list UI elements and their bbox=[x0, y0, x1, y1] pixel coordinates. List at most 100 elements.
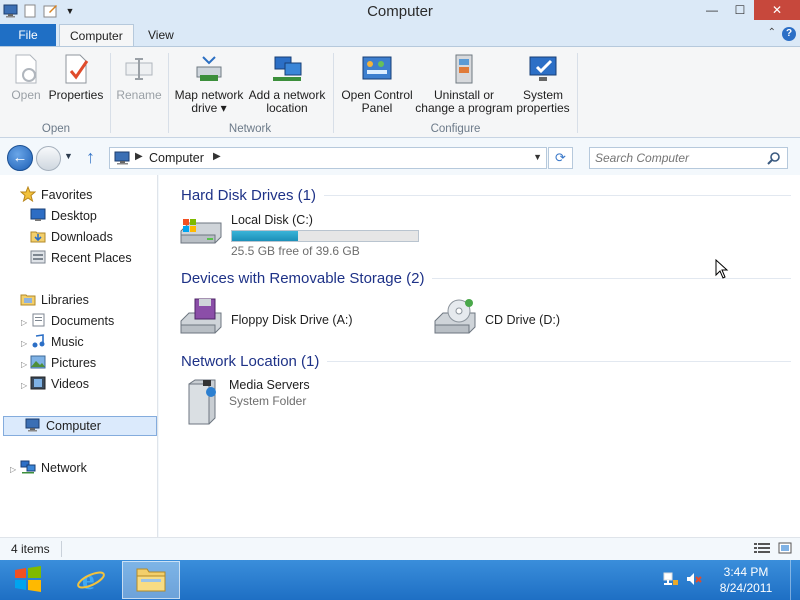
local-disk-label: Local Disk (C:) bbox=[231, 213, 313, 227]
clock[interactable]: 3:44 PM 8/24/2011 bbox=[708, 564, 784, 596]
group-removable-storage[interactable]: Devices with Removable Storage (2) bbox=[181, 268, 791, 288]
computer-icon bbox=[114, 151, 132, 168]
rename-button[interactable]: Rename bbox=[116, 53, 162, 102]
volume-muted-icon[interactable] bbox=[686, 571, 702, 590]
recent-locations-dropdown-icon[interactable]: ▼ bbox=[64, 151, 73, 161]
libraries-icon bbox=[20, 292, 36, 309]
breadcrumb-computer[interactable]: Computer bbox=[149, 151, 204, 165]
properties-button[interactable]: Properties bbox=[48, 53, 104, 102]
status-bar: 4 items bbox=[0, 537, 800, 560]
open-button[interactable]: Open bbox=[8, 53, 44, 102]
tab-computer[interactable]: Computer bbox=[59, 24, 134, 47]
disk-usage-bar bbox=[231, 230, 419, 242]
nav-documents[interactable]: Documents bbox=[30, 311, 114, 331]
group-network-location[interactable]: Network Location (1) bbox=[181, 351, 791, 371]
open-icon bbox=[10, 53, 42, 85]
item-count: 4 items bbox=[11, 542, 50, 556]
clock-time: 3:44 PM bbox=[723, 565, 769, 579]
music-icon bbox=[30, 333, 46, 351]
recent-places-icon bbox=[30, 250, 46, 267]
expand-videos-icon[interactable]: ▷ bbox=[21, 381, 27, 390]
expand-documents-icon[interactable]: ▷ bbox=[21, 318, 27, 327]
system-properties-icon bbox=[527, 53, 559, 85]
nav-recent-places[interactable]: Recent Places bbox=[30, 248, 132, 268]
rename-icon bbox=[123, 53, 155, 85]
windows-logo-icon bbox=[14, 565, 42, 595]
hard-disk-icon bbox=[177, 213, 225, 252]
back-button[interactable]: ← bbox=[7, 145, 33, 171]
navigation-bar: ← ▼ ↑ ▶ Computer ▶ ▼ ⟳ bbox=[0, 141, 800, 175]
media-servers[interactable]: Media Servers System Folder bbox=[181, 378, 310, 429]
nav-computer[interactable]: Computer bbox=[3, 416, 157, 436]
ribbon-separator bbox=[577, 53, 578, 133]
close-button[interactable]: ✕ bbox=[754, 0, 800, 20]
search-icon[interactable] bbox=[767, 151, 781, 168]
maximize-button[interactable]: ☐ bbox=[726, 0, 754, 20]
network-group-label: Network bbox=[228, 123, 272, 135]
system-properties-button[interactable]: System properties bbox=[514, 53, 572, 115]
start-button[interactable] bbox=[8, 564, 48, 596]
help-icon[interactable]: ? bbox=[782, 27, 796, 41]
uninstall-program-button[interactable]: Uninstall or change a program bbox=[415, 53, 513, 115]
svg-text:e: e bbox=[82, 565, 94, 594]
network-location-icon bbox=[271, 53, 303, 85]
ribbon-separator bbox=[168, 53, 169, 133]
breadcrumb-chevron-icon[interactable]: ▶ bbox=[213, 151, 221, 162]
network-drive-icon bbox=[193, 53, 225, 85]
refresh-button[interactable]: ⟳ bbox=[548, 147, 573, 169]
properties-check-icon bbox=[60, 53, 92, 85]
ribbon-minimize-icon[interactable]: ⌃ bbox=[768, 27, 776, 41]
network-status-icon[interactable] bbox=[662, 571, 678, 590]
add-network-location-button[interactable]: Add a network location bbox=[247, 53, 327, 115]
search-box[interactable] bbox=[589, 147, 788, 169]
nav-favorites[interactable]: Favorites bbox=[19, 185, 92, 205]
pictures-icon bbox=[30, 355, 46, 372]
nav-desktop[interactable]: Desktop bbox=[30, 206, 97, 226]
local-disk-c[interactable]: Local Disk (C:) 25.5 GB free of 39.6 GB bbox=[177, 213, 419, 258]
taskbar-internet-explorer[interactable]: e bbox=[62, 561, 120, 599]
videos-icon bbox=[30, 376, 46, 393]
taskbar-file-explorer[interactable] bbox=[122, 561, 180, 599]
map-network-drive-button[interactable]: Map network drive ▾ bbox=[172, 53, 246, 115]
address-bar[interactable]: ▶ Computer ▶ ▼ bbox=[109, 147, 547, 169]
cd-drive-d[interactable]: CD Drive (D:) bbox=[431, 297, 560, 342]
floppy-disk-drive-a[interactable]: Floppy Disk Drive (A:) bbox=[177, 297, 353, 342]
configure-group-label: Configure bbox=[430, 123, 481, 135]
expand-pictures-icon[interactable]: ▷ bbox=[21, 360, 27, 369]
computer-icon bbox=[25, 418, 41, 435]
nav-music[interactable]: Music bbox=[30, 332, 84, 352]
control-panel-icon bbox=[361, 53, 393, 85]
nav-network[interactable]: Network bbox=[20, 458, 87, 478]
large-icons-view-icon[interactable] bbox=[778, 542, 792, 557]
tab-file[interactable]: File bbox=[0, 24, 56, 46]
documents-icon bbox=[30, 313, 46, 330]
breadcrumb-chevron-icon[interactable]: ▶ bbox=[135, 151, 143, 162]
media-servers-label: Media Servers bbox=[229, 378, 310, 392]
search-input[interactable] bbox=[590, 148, 760, 168]
minimize-button[interactable]: — bbox=[698, 0, 726, 20]
open-group-label: Open bbox=[41, 123, 71, 135]
group-hard-disk-drives[interactable]: Hard Disk Drives (1) bbox=[181, 185, 791, 205]
open-control-panel-button[interactable]: Open Control Panel bbox=[339, 53, 415, 115]
taskbar: e 3:44 PM 8/24/2011 bbox=[0, 560, 800, 600]
tab-view[interactable]: View bbox=[138, 24, 184, 46]
up-arrow-icon[interactable]: ↑ bbox=[86, 147, 95, 168]
forward-button[interactable] bbox=[36, 146, 61, 171]
nav-videos[interactable]: Videos bbox=[30, 374, 89, 394]
nav-libraries[interactable]: Libraries bbox=[20, 290, 89, 310]
show-desktop-button[interactable] bbox=[790, 560, 800, 600]
expand-music-icon[interactable]: ▷ bbox=[21, 339, 27, 348]
ribbon: Open Properties Rename Map network drive… bbox=[0, 46, 800, 138]
ribbon-tabs: File Computer View ⌃ ? bbox=[0, 24, 800, 47]
expand-network-icon[interactable]: ▷ bbox=[10, 465, 16, 474]
nav-downloads[interactable]: Downloads bbox=[30, 227, 113, 247]
nav-pictures[interactable]: Pictures bbox=[30, 353, 96, 373]
details-view-icon[interactable] bbox=[754, 542, 770, 557]
downloads-folder-icon bbox=[30, 229, 46, 246]
media-servers-type: System Folder bbox=[229, 394, 307, 408]
programs-icon bbox=[448, 53, 480, 85]
window-title: Computer bbox=[367, 3, 433, 20]
address-dropdown-icon[interactable]: ▼ bbox=[533, 152, 542, 162]
ribbon-separator bbox=[333, 53, 334, 133]
title-bar: ▼ Computer — ☐ ✕ bbox=[0, 0, 800, 24]
